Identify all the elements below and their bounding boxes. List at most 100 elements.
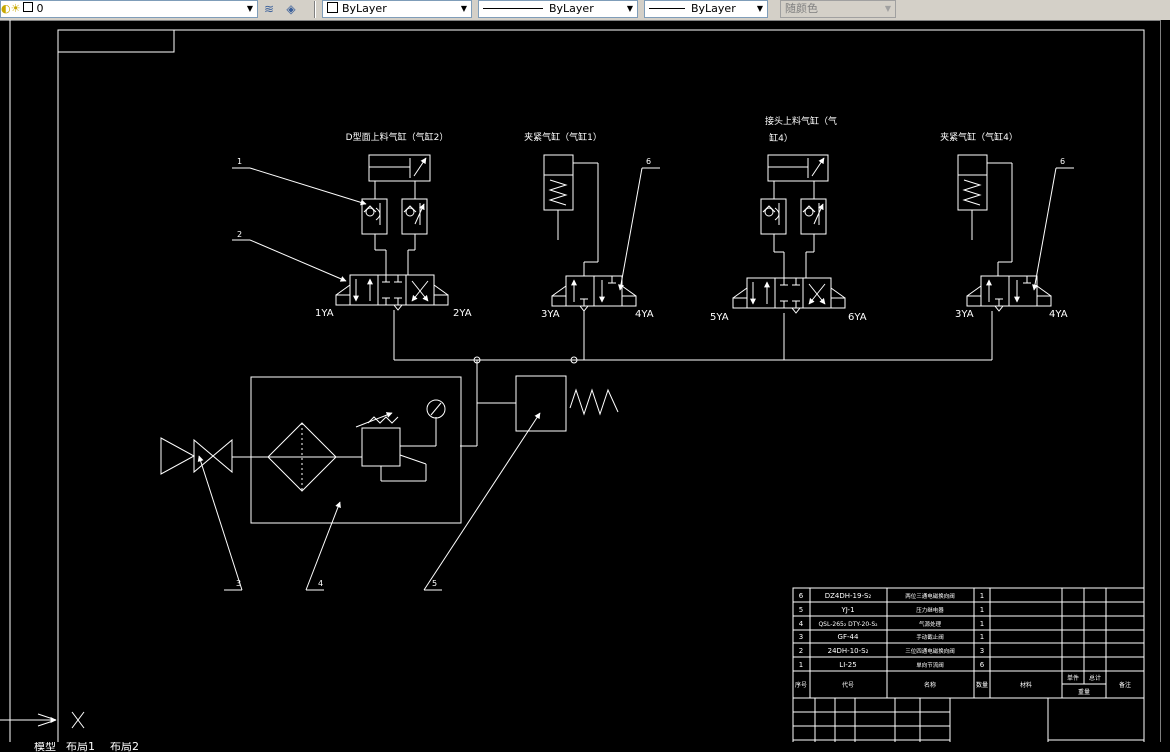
label-1ya: 1YA (315, 308, 334, 319)
bom-qty: 6 (980, 661, 985, 669)
ucs-icon (0, 711, 85, 729)
plotstyle-value: 随颜色 (785, 2, 818, 15)
lineweight-line-sample (649, 8, 685, 9)
bom-row: 5 YJ-1 压力继电器 1 (799, 606, 984, 614)
leader-label-6b: 6 (1060, 157, 1065, 166)
leader-label-3: 3 (236, 579, 241, 588)
bom-code: QSL-265₂ DTY-20-S₂ (818, 621, 878, 628)
label-2ya: 2YA (453, 308, 472, 319)
drawing-canvas[interactable]: D型面上料气缸（气缸2） 夹紧气缸（气缸1） 接头上料气缸（气 缸4） 夹紧气缸… (0, 20, 1160, 742)
label-cylinder-2: D型面上料气缸（气缸2） (346, 131, 449, 143)
supply-line (393, 310, 993, 447)
bom-no: 1 (799, 661, 803, 669)
bom-header-qty: 数量 (976, 681, 988, 689)
label-3ya: 3YA (541, 309, 560, 320)
layer-manager-icon[interactable]: ≋ (260, 1, 278, 18)
label-3ya-b: 3YA (955, 309, 974, 320)
bom-no: 2 (799, 647, 803, 655)
tab-layout-1[interactable]: 布局1 (66, 742, 95, 752)
label-4ya: 4YA (635, 309, 654, 320)
bom-header-total: 总计 (1089, 674, 1101, 682)
color-swatch (327, 2, 338, 13)
bom-no: 3 (799, 633, 803, 641)
cylinder-4b (957, 154, 1013, 276)
label-cylinder-4a-line2: 缸4） (769, 132, 793, 144)
leader-label-6a: 6 (646, 157, 651, 166)
bom-qty: 1 (980, 606, 984, 614)
throttle-valves-1 (361, 181, 428, 275)
bom-header-name: 名称 (924, 681, 936, 689)
bom-row: 4 QSL-265₂ DTY-20-S₂ 气源处理 1 (799, 620, 984, 628)
layout-tabs: 模型 布局1 布局2 (0, 742, 180, 752)
cylinder-1 (543, 154, 599, 276)
lineweight-combo[interactable]: ByLayer ▼ (644, 0, 768, 18)
bom-name: 气源处理 (919, 620, 942, 628)
tab-layout-2[interactable]: 布局2 (110, 742, 139, 752)
leader-lines (197, 167, 1074, 591)
label-cylinder-4b: 夹紧气缸（气缸4） (940, 131, 1018, 143)
chevron-down-icon[interactable]: ▼ (882, 2, 894, 16)
bom-no: 4 (799, 620, 804, 628)
linetype-combo[interactable]: ByLayer ▼ (478, 0, 638, 18)
leader-label-4: 4 (318, 579, 323, 588)
leader-label-5: 5 (432, 579, 437, 588)
bom-name: 两位三通电磁换向阀 (905, 592, 955, 600)
bom-header-weight: 重量 (1078, 688, 1090, 696)
valve-5 (732, 277, 846, 314)
bom-row: 1 LI-25 单向节流阀 6 (799, 661, 985, 669)
bom-header-no: 序号 (795, 681, 807, 689)
chevron-down-icon[interactable]: ▼ (624, 2, 636, 16)
bom-code: GF-44 (838, 633, 859, 641)
chevron-down-icon[interactable]: ▼ (754, 2, 766, 16)
cylinder-2 (368, 154, 431, 182)
layer-combo[interactable]: ◐☀ 0 ▼ (0, 0, 258, 18)
bom-header-code: 代号 (842, 681, 854, 689)
pressure-relay (515, 375, 619, 432)
bom-header-remark: 备注 (1119, 681, 1131, 689)
bom-name: 三位四通电磁换向阀 (905, 647, 955, 655)
label-4ya-b: 4YA (1049, 309, 1068, 320)
lightbulb-icon: ◐ (1, 2, 11, 15)
color-value: ByLayer (342, 2, 387, 15)
leader-label-2: 2 (237, 230, 242, 239)
bom-code: DZ4DH-19-S₂ (825, 592, 872, 600)
valve-1 (335, 274, 449, 311)
chevron-down-icon[interactable]: ▼ (244, 2, 256, 16)
plotstyle-combo[interactable]: 随颜色 ▼ (780, 0, 896, 18)
bom-header-material: 材料 (1020, 681, 1032, 689)
leader-label-1: 1 (237, 157, 242, 166)
label-cylinder-1: 夹紧气缸（气缸1） (524, 131, 602, 143)
bom-code: LI-25 (839, 661, 856, 669)
bom-qty: 1 (980, 633, 984, 641)
bom-row: 2 24DH-10-S₂ 三位四通电磁换向阀 3 (799, 647, 984, 655)
linetype-line-sample (483, 8, 543, 9)
bom-code: 24DH-10-S₂ (828, 647, 869, 655)
bom-header: 序号 代号 名称 数量 材料 单件 总计 重量 备注 (795, 674, 1131, 696)
bom-header-unit: 单件 (1067, 674, 1079, 682)
color-combo[interactable]: ByLayer ▼ (322, 0, 472, 18)
toolbar-separator (314, 1, 316, 18)
linetype-value: ByLayer (549, 2, 594, 15)
bom-name: 压力继电器 (916, 606, 944, 614)
valve-7 (966, 275, 1052, 312)
layer-color-swatch (23, 2, 34, 12)
cylinder-4a (767, 154, 829, 182)
bom-qty: 3 (980, 647, 984, 655)
vertical-scrollbar[interactable] (1160, 20, 1170, 742)
layer-previous-icon[interactable]: ◈ (282, 1, 300, 18)
properties-toolbar: ◐☀ 0 ▼ ≋ ◈ ByLayer ▼ ByLayer ▼ ByLayer ▼ … (0, 0, 1170, 21)
layer-value: 0 (36, 2, 44, 15)
bom-qty: 1 (980, 620, 984, 628)
bom-row: 3 GF-44 手动截止阀 1 (799, 633, 984, 641)
air-treatment-unit (250, 376, 462, 524)
tab-model[interactable]: 模型 (34, 742, 56, 752)
bom-name: 手动截止阀 (916, 633, 944, 641)
lineweight-value: ByLayer (691, 2, 736, 15)
label-6ya: 6YA (848, 312, 867, 323)
label-5ya: 5YA (710, 312, 729, 323)
label-cylinder-4a-line1: 接头上料气缸（气 (765, 115, 837, 127)
chevron-down-icon[interactable]: ▼ (458, 2, 470, 16)
bom-no: 5 (799, 606, 803, 614)
bom-name: 单向节流阀 (916, 661, 944, 669)
bom-code: YJ-1 (840, 606, 854, 614)
